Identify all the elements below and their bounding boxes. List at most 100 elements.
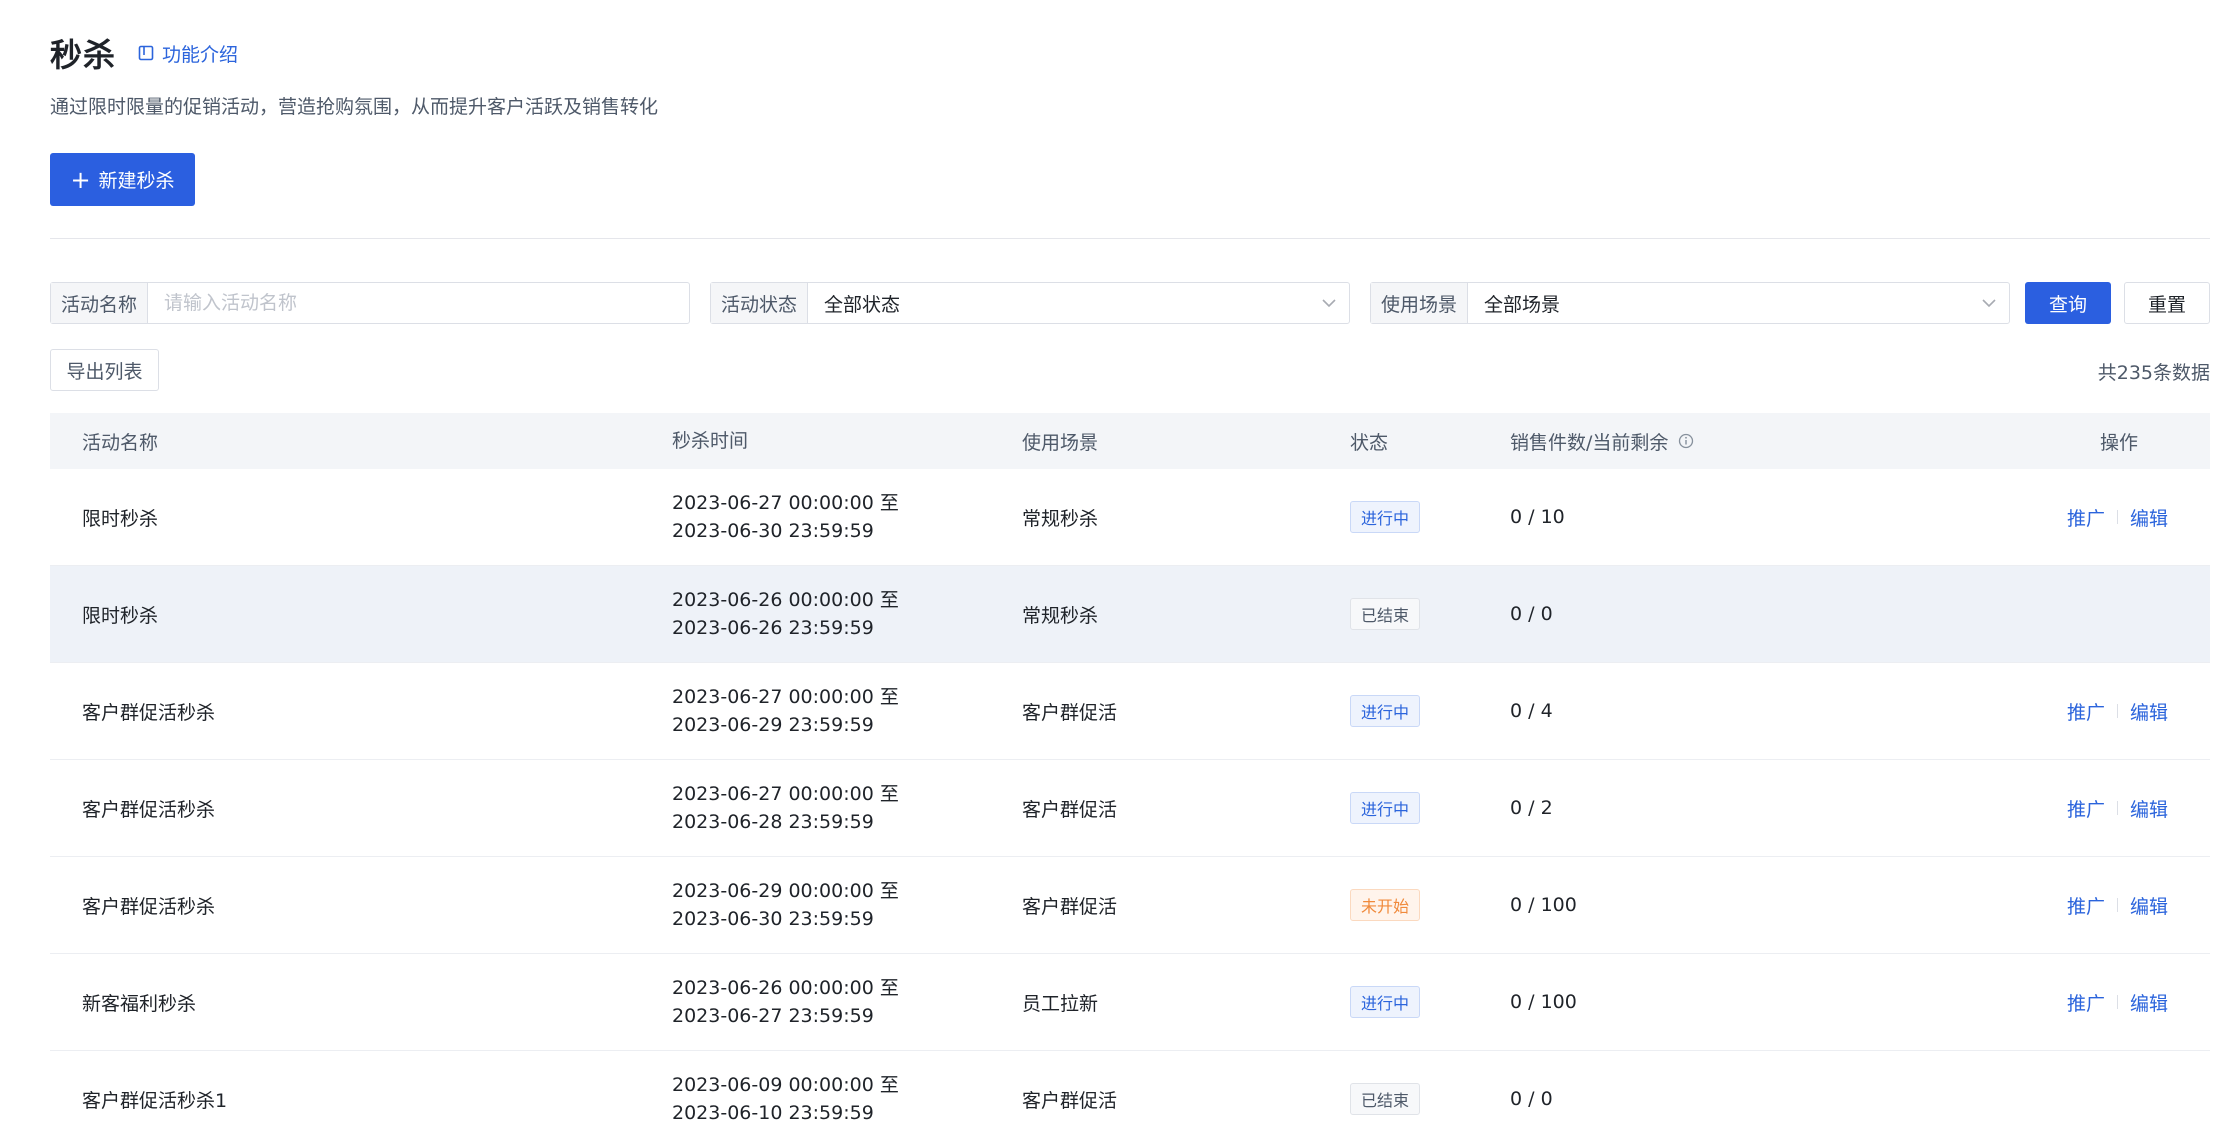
plus-icon: +: [70, 165, 91, 194]
cell-activity-name: 客户群促活秒杀: [82, 798, 216, 821]
cell-sale-time: 2023-06-27 00:00:00 至 2023-06-28 23:59:5…: [672, 780, 1022, 836]
cell-start-time: 2023-06-09 00:00:00 至: [672, 1074, 899, 1096]
chevron-down-icon: [1969, 283, 2009, 323]
cell-sales: 0 / 4: [1510, 700, 1553, 722]
cell-start-time: 2023-06-26 00:00:00 至: [672, 977, 899, 999]
activity-name-input[interactable]: [148, 283, 689, 323]
status-badge: 已结束: [1350, 598, 1421, 630]
status-badge: 未开始: [1350, 889, 1421, 921]
promote-link[interactable]: 推广: [2067, 892, 2105, 919]
col-header-sales: 销售件数/当前剩余: [1510, 428, 1930, 455]
activity-status-select[interactable]: 全部状态: [808, 283, 1309, 323]
cell-sale-time: 2023-06-27 00:00:00 至 2023-06-30 23:59:5…: [672, 489, 1022, 545]
cell-sale-time: 2023-06-26 00:00:00 至 2023-06-27 23:59:5…: [672, 974, 1022, 1030]
col-header-sales-label: 销售件数/当前剩余: [1510, 431, 1669, 454]
table-row: 限时秒杀 2023-06-27 00:00:00 至 2023-06-30 23…: [50, 469, 2210, 566]
usage-scene-filter[interactable]: 使用场景 全部场景: [1370, 282, 2010, 324]
edit-link[interactable]: 编辑: [2130, 504, 2168, 531]
cell-sale-time: 2023-06-09 00:00:00 至 2023-06-10 23:59:5…: [672, 1071, 1022, 1127]
promote-link[interactable]: 推广: [2067, 795, 2105, 822]
cell-sales: 0 / 0: [1510, 1088, 1553, 1110]
cell-start-time: 2023-06-29 00:00:00 至: [672, 880, 899, 902]
feature-intro-link[interactable]: 功能介绍: [138, 40, 238, 67]
cell-end-time: 2023-06-29 23:59:59: [672, 714, 874, 736]
col-header-scene: 使用场景: [1022, 431, 1099, 454]
status-badge: 进行中: [1350, 986, 1421, 1018]
export-list-button[interactable]: 导出列表: [50, 349, 159, 391]
usage-scene-label: 使用场景: [1371, 283, 1469, 323]
edit-link[interactable]: 编辑: [2130, 698, 2168, 725]
reset-button[interactable]: 重置: [2124, 282, 2210, 324]
cell-ops: 推广 编辑: [1930, 795, 2210, 822]
cell-ops: 推广 编辑: [1930, 989, 2210, 1016]
activity-name-filter: 活动名称: [50, 282, 690, 324]
cell-start-time: 2023-06-27 00:00:00 至: [672, 492, 899, 514]
cell-activity-name: 客户群促活秒杀1: [82, 1089, 228, 1112]
status-badge: 进行中: [1350, 695, 1421, 727]
create-flash-sale-button[interactable]: + 新建秒杀: [50, 153, 195, 206]
activity-status-filter[interactable]: 活动状态 全部状态: [710, 282, 1350, 324]
activity-status-label: 活动状态: [711, 283, 809, 323]
chevron-down-icon: [1309, 283, 1349, 323]
cell-ops: 推广 编辑: [1930, 504, 2210, 531]
total-count: 共235条数据: [2097, 362, 2210, 384]
cell-status: 进行中: [1350, 986, 1510, 1018]
cell-usage-scene: 员工拉新: [1022, 992, 1099, 1015]
query-button[interactable]: 查询: [2025, 282, 2111, 324]
page-subtitle: 通过限时限量的促销活动，营造抢购氛围，从而提升客户活跃及销售转化: [50, 96, 659, 118]
table-header: 活动名称 秒杀时间 使用场景 状态 销售件数/当前剩余 操作: [50, 413, 2210, 469]
cell-status: 进行中: [1350, 501, 1510, 533]
cell-end-time: 2023-06-30 23:59:59: [672, 908, 874, 930]
ops-separator: [2116, 801, 2118, 815]
cell-ops: 推广 编辑: [1930, 698, 2210, 725]
edit-link[interactable]: 编辑: [2130, 795, 2168, 822]
cell-sale-time: 2023-06-29 00:00:00 至 2023-06-30 23:59:5…: [672, 877, 1022, 933]
table-row: 限时秒杀 2023-06-26 00:00:00 至 2023-06-26 23…: [50, 566, 2210, 663]
ops-separator: [2116, 704, 2118, 718]
cell-sale-time: 2023-06-27 00:00:00 至 2023-06-29 23:59:5…: [672, 683, 1022, 739]
edit-link[interactable]: 编辑: [2130, 989, 2168, 1016]
cell-status: 进行中: [1350, 792, 1510, 824]
usage-scene-select[interactable]: 全部场景: [1468, 283, 1969, 323]
divider: [50, 238, 2210, 239]
cell-ops: 推广 编辑: [1930, 892, 2210, 919]
col-header-ops: 操作: [2099, 431, 2138, 454]
cell-sales: 0 / 0: [1510, 603, 1553, 625]
table-row: 客户群促活秒杀 2023-06-29 00:00:00 至 2023-06-30…: [50, 857, 2210, 954]
title-row: 秒杀 功能介绍: [50, 30, 238, 76]
promote-link[interactable]: 推广: [2067, 989, 2105, 1016]
table-row: 客户群促活秒杀1 2023-06-09 00:00:00 至 2023-06-1…: [50, 1051, 2210, 1129]
cell-activity-name: 限时秒杀: [82, 604, 159, 627]
cell-status: 进行中: [1350, 695, 1510, 727]
col-header-name: 活动名称: [82, 431, 159, 454]
cell-status: 未开始: [1350, 889, 1510, 921]
cell-end-time: 2023-06-27 23:59:59: [672, 1005, 874, 1027]
info-icon[interactable]: [1678, 433, 1694, 449]
cell-sales: 0 / 100: [1510, 991, 1577, 1013]
cell-activity-name: 客户群促活秒杀: [82, 895, 216, 918]
cell-end-time: 2023-06-28 23:59:59: [672, 811, 874, 833]
promote-link[interactable]: 推广: [2067, 504, 2105, 531]
cell-sales: 0 / 2: [1510, 797, 1553, 819]
cell-start-time: 2023-06-27 00:00:00 至: [672, 783, 899, 805]
status-badge: 进行中: [1350, 501, 1421, 533]
cell-usage-scene: 常规秒杀: [1022, 604, 1099, 627]
create-button-label: 新建秒杀: [98, 170, 175, 192]
cell-status: 已结束: [1350, 1083, 1510, 1115]
cell-activity-name: 限时秒杀: [82, 507, 159, 530]
col-header-status: 状态: [1350, 431, 1389, 454]
cell-usage-scene: 客户群促活: [1022, 895, 1118, 918]
cell-start-time: 2023-06-27 00:00:00 至: [672, 686, 899, 708]
table-row: 新客福利秒杀 2023-06-26 00:00:00 至 2023-06-27 …: [50, 954, 2210, 1051]
promote-link[interactable]: 推广: [2067, 698, 2105, 725]
edit-link[interactable]: 编辑: [2130, 892, 2168, 919]
cell-usage-scene: 客户群促活: [1022, 798, 1118, 821]
cell-activity-name: 客户群促活秒杀: [82, 701, 216, 724]
cell-usage-scene: 客户群促活: [1022, 701, 1118, 724]
status-badge: 已结束: [1350, 1083, 1421, 1115]
cell-end-time: 2023-06-30 23:59:59: [672, 520, 874, 542]
page: 秒杀 功能介绍 通过限时限量的促销活动，营造抢购氛围，从而提升客户活跃及销售转化…: [0, 0, 2232, 1129]
cell-sales: 0 / 10: [1510, 506, 1565, 528]
cell-sales: 0 / 100: [1510, 894, 1577, 916]
cell-usage-scene: 客户群促活: [1022, 1089, 1118, 1112]
